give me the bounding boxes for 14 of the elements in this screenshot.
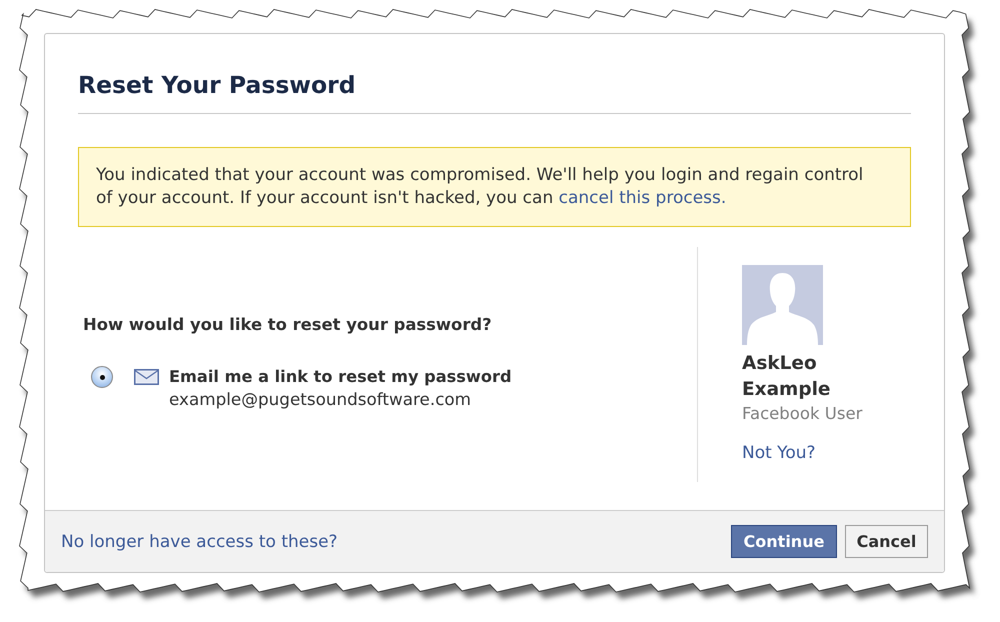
envelope-icon (134, 369, 159, 385)
notice-text: You indicated that your account was compromised. We'll help you login and regain control of your account. If your account isn't hacked, you can cancel this process. (96, 164, 864, 210)
cancel-link[interactable]: cancel this process. (558, 188, 726, 208)
no-access-link[interactable]: No longer have access to these? (61, 530, 338, 552)
option-label: Email me a link to reset my password (169, 366, 512, 388)
account-name: AskLeo Example (742, 352, 832, 402)
account-type: Facebook User (742, 403, 862, 425)
email-address: example@pugetsoundsoftware.com (169, 388, 472, 411)
reset-question: How would you like to reset your password? (82, 315, 493, 335)
continue-button[interactable]: Continue (731, 525, 837, 558)
cancel-button[interactable]: Cancel (845, 525, 928, 558)
dialog-title: Reset Your Password (78, 71, 357, 99)
radio-button[interactable] (91, 366, 113, 388)
not-you-link[interactable]: Not You? (742, 442, 816, 464)
